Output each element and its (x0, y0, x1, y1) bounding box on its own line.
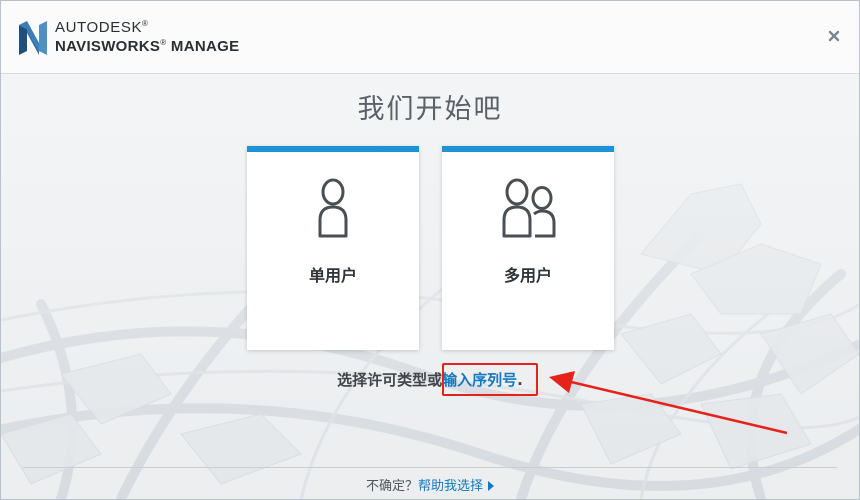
help-me-choose-link[interactable]: 帮助我选择 (418, 479, 483, 494)
brand-product: NAVISWORKS® MANAGE (55, 38, 240, 55)
single-user-card[interactable]: 单用户 (247, 146, 419, 350)
license-dialog: AUTODESK® NAVISWORKS® MANAGE 我们开始吧 单用户 多… (0, 0, 860, 500)
navisworks-n-logo-icon (19, 21, 47, 55)
license-prompt: 选择许可类型或输入序列号. (1, 369, 859, 390)
close-icon[interactable] (827, 29, 841, 43)
multi-user-icon (502, 178, 556, 238)
footer-divider (23, 467, 837, 468)
single-user-icon (318, 178, 348, 238)
header-bar: AUTODESK® NAVISWORKS® MANAGE (1, 1, 859, 74)
multi-user-label: 多用户 (503, 266, 552, 285)
annotation-highlight-box (442, 363, 538, 396)
page-title: 我们开始吧 (357, 94, 503, 125)
prompt-lead-text: 选择许可类型或 (337, 371, 443, 389)
footer: 不确定？帮助我选择 (1, 475, 859, 494)
play-arrow-icon[interactable] (488, 481, 495, 491)
multi-user-card[interactable]: 多用户 (442, 146, 614, 350)
footer-question: 不确定？ (365, 479, 418, 494)
brand-autodesk: AUTODESK® (55, 19, 149, 36)
single-user-label: 单用户 (308, 266, 357, 285)
background-city-illustration (1, 74, 859, 499)
